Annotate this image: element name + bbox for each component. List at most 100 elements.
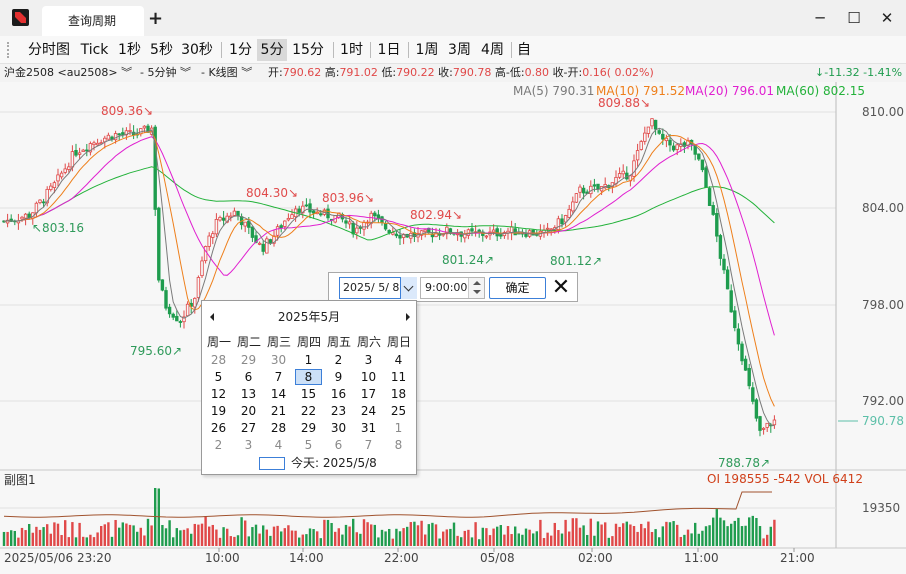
calendar-day[interactable]: 28 bbox=[205, 352, 232, 368]
kline-chart[interactable]: 810.00 804.00 798.00 792.00 790.78 809.36↘ 804… bbox=[0, 82, 906, 574]
calendar-day[interactable]: 22 bbox=[295, 403, 322, 419]
candle-body bbox=[70, 151, 75, 168]
calendar-day[interactable]: 27 bbox=[235, 420, 262, 436]
volume-bar bbox=[71, 522, 74, 546]
calendar-day[interactable]: 13 bbox=[235, 386, 262, 402]
calendar-day[interactable]: 30 bbox=[325, 420, 352, 436]
period-30s[interactable]: 30秒 bbox=[178, 39, 216, 61]
calendar-day[interactable]: 16 bbox=[325, 386, 352, 402]
calendar-day[interactable]: 2 bbox=[205, 437, 232, 453]
tab-query-period[interactable]: 查询周期 bbox=[42, 6, 144, 36]
calendar-day[interactable]: 26 bbox=[205, 420, 232, 436]
period-1m[interactable]: 1分 bbox=[226, 39, 255, 61]
calendar-day[interactable]: 30 bbox=[265, 352, 292, 368]
calendar-day[interactable]: 28 bbox=[265, 420, 292, 436]
volume-bar bbox=[190, 533, 193, 546]
price-annotation: 804.30↘ bbox=[246, 186, 298, 200]
period-tick[interactable]: Tick bbox=[77, 39, 112, 61]
period-1d[interactable]: 1日 bbox=[374, 39, 404, 61]
candle-body bbox=[275, 226, 280, 236]
calendar-day[interactable]: 3 bbox=[355, 352, 382, 368]
volume-bar bbox=[715, 509, 718, 546]
calendar-day[interactable]: 15 bbox=[295, 386, 322, 402]
calendar-day[interactable]: 9 bbox=[325, 369, 352, 385]
candle-body bbox=[704, 167, 708, 188]
calendar-day[interactable]: 20 bbox=[235, 403, 262, 419]
period-15m[interactable]: 15分 bbox=[289, 39, 327, 61]
period-5s[interactable]: 5秒 bbox=[146, 39, 177, 61]
candle-body bbox=[653, 119, 658, 130]
next-month-icon[interactable] bbox=[406, 313, 410, 321]
high-low-value: 0.80 bbox=[524, 66, 550, 79]
price-annotation: 788.78↗ bbox=[718, 456, 770, 470]
close-window-button[interactable]: ✕ bbox=[872, 6, 902, 30]
volume-bar bbox=[215, 529, 218, 546]
calendar-day[interactable]: 5 bbox=[205, 369, 232, 385]
calendar-day[interactable]: 8 bbox=[385, 437, 412, 453]
calendar-day[interactable]: 18 bbox=[385, 386, 412, 402]
today-link[interactable]: 今天: 2025/5/8 bbox=[291, 455, 377, 471]
period-3w[interactable]: 3周 bbox=[444, 39, 475, 61]
maximize-button[interactable]: ☐ bbox=[839, 6, 869, 30]
volume-bar bbox=[571, 518, 574, 546]
calendar-day[interactable]: 31 bbox=[355, 420, 382, 436]
low-value: 790.22 bbox=[396, 66, 435, 79]
calendar-day[interactable]: 29 bbox=[295, 420, 322, 436]
calendar-day[interactable]: 12 bbox=[205, 386, 232, 402]
volume-bar bbox=[766, 534, 769, 546]
calendar-day[interactable]: 14 bbox=[265, 386, 292, 402]
contract-selector[interactable]: 沪金2508 <au2508> ︾ bbox=[4, 64, 132, 82]
add-tab-button[interactable]: + bbox=[148, 7, 163, 31]
calendar-day[interactable]: 6 bbox=[325, 437, 352, 453]
calendar-day[interactable]: 25 bbox=[385, 403, 412, 419]
toolbar-grip-icon[interactable] bbox=[7, 42, 11, 58]
minimize-button[interactable]: ─ bbox=[805, 6, 835, 30]
volume-bar bbox=[6, 531, 9, 546]
price-annotation: 801.12↗ bbox=[550, 254, 602, 268]
calendar-day[interactable]: 11 bbox=[385, 369, 412, 385]
calendar-day[interactable]: 5 bbox=[295, 437, 322, 453]
close-picker-button[interactable]: ✕ bbox=[551, 276, 571, 300]
calendar-day[interactable]: 1 bbox=[385, 420, 412, 436]
period-1h[interactable]: 1时 bbox=[337, 39, 366, 61]
calendar-day[interactable]: 7 bbox=[355, 437, 382, 453]
confirm-button[interactable]: 确定 bbox=[489, 277, 546, 299]
volume-bar bbox=[20, 527, 24, 546]
close-label: 收: bbox=[438, 66, 453, 79]
calendar-day[interactable]: 4 bbox=[265, 437, 292, 453]
calendar-day[interactable]: 17 bbox=[355, 386, 382, 402]
calendar-day[interactable]: 4 bbox=[385, 352, 412, 368]
calendar-day[interactable]: 3 bbox=[235, 437, 262, 453]
calendar-day[interactable]: 10 bbox=[355, 369, 382, 385]
volume-bar bbox=[424, 534, 427, 546]
period-4w[interactable]: 4周 bbox=[477, 39, 508, 61]
calendar-day[interactable]: 7 bbox=[265, 369, 292, 385]
candle-body bbox=[707, 188, 712, 206]
date-dropdown-button[interactable] bbox=[400, 277, 417, 299]
period-timeshare[interactable]: 分时图 bbox=[23, 39, 75, 61]
calendar-day[interactable]: 6 bbox=[235, 369, 262, 385]
calendar-day[interactable]: 24 bbox=[355, 403, 382, 419]
candle-body bbox=[211, 233, 215, 238]
volume-bar bbox=[175, 528, 178, 546]
period-custom[interactable]: 自 bbox=[515, 39, 533, 61]
calendar-month-title[interactable]: 2025年5月 bbox=[202, 308, 416, 326]
calendar-day[interactable]: 2 bbox=[325, 352, 352, 368]
calendar-day[interactable]: 21 bbox=[265, 403, 292, 419]
chart-type-selector[interactable]: - K线图 ︾ bbox=[201, 64, 252, 82]
calendar-day[interactable]: 29 bbox=[235, 352, 262, 368]
period-5m[interactable]: 5分 bbox=[257, 39, 287, 61]
period-selector[interactable]: - 5分钟 ︾ bbox=[140, 64, 191, 82]
volume-bar bbox=[24, 530, 27, 546]
calendar-day[interactable]: 23 bbox=[325, 403, 352, 419]
calendar-day[interactable]: 19 bbox=[205, 403, 232, 419]
candle-body bbox=[261, 243, 265, 252]
volume-bar bbox=[672, 521, 675, 546]
period-1w[interactable]: 1周 bbox=[412, 39, 442, 61]
calendar-day-selected[interactable]: 8 bbox=[295, 369, 322, 385]
calendar-day[interactable]: 1 bbox=[295, 352, 322, 368]
candle-body bbox=[351, 222, 355, 235]
period-1s[interactable]: 1秒 bbox=[114, 39, 145, 61]
time-spinner[interactable] bbox=[468, 278, 484, 298]
weekday-header: 周六 bbox=[356, 335, 381, 349]
